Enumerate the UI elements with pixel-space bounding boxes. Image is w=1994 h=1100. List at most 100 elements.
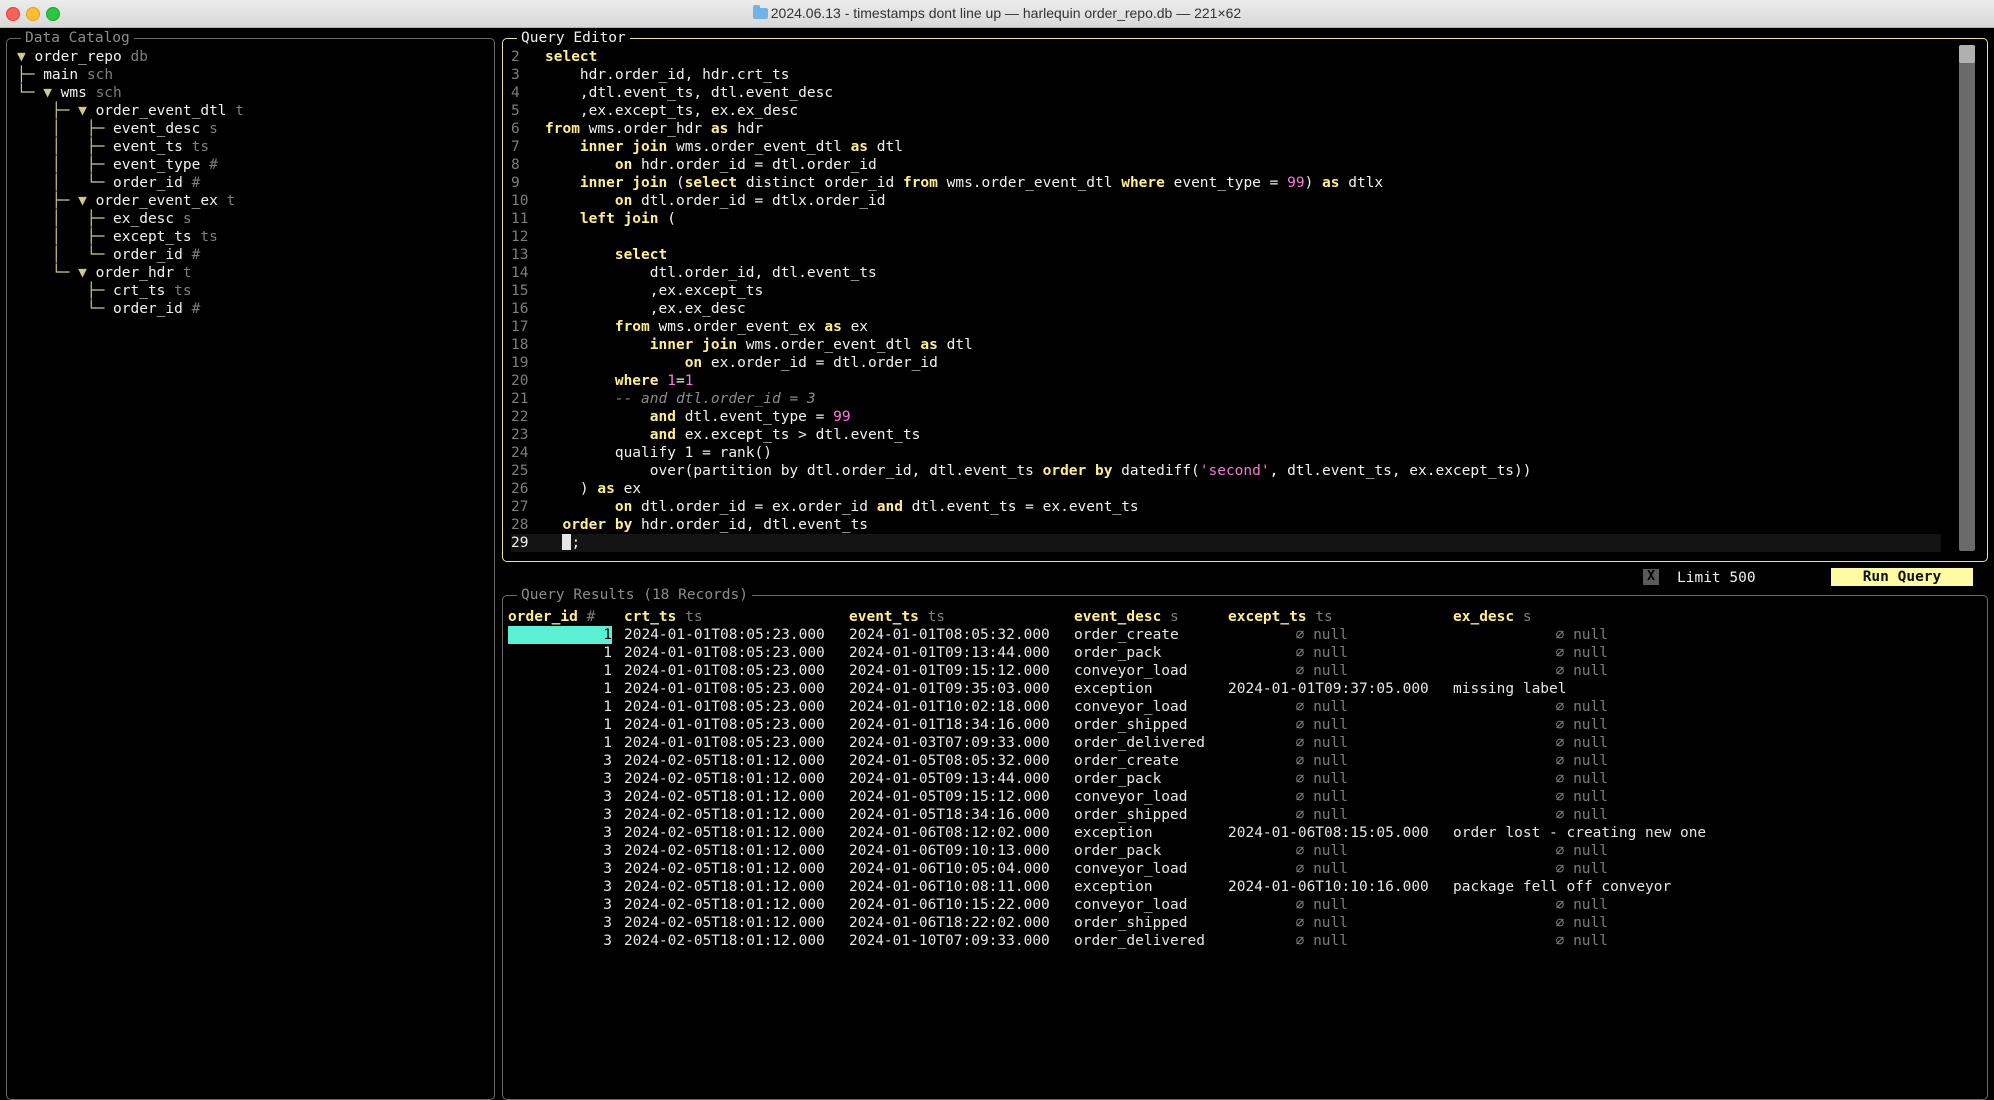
code-line[interactable]: 14 dtl.order_id, dtl.event_ts	[511, 264, 1941, 282]
table-cell[interactable]: 2024-01-01T09:15:12.000	[849, 662, 1050, 680]
table-cell[interactable]: 2024-01-05T09:15:12.000	[849, 788, 1050, 806]
table-cell[interactable]: 2024-02-05T18:01:12.000	[624, 878, 825, 896]
code-line[interactable]: 29 ;	[511, 534, 1941, 552]
code-text[interactable]: and ex.except_ts > dtl.event_ts	[545, 426, 921, 444]
table-cell[interactable]: 2024-01-06T10:10:16.000	[1228, 878, 1450, 896]
table-cell[interactable]: 2024-02-05T18:01:12.000	[624, 806, 825, 824]
table-cell[interactable]: 2024-01-01T09:35:03.000	[849, 680, 1050, 698]
null-cell[interactable]: ∅ null	[1228, 644, 1450, 662]
catalog-tree-item[interactable]: └─ order_id #	[17, 300, 244, 318]
table-cell[interactable]: 2024-01-01T08:05:23.000	[624, 716, 825, 734]
table-cell[interactable]: 2024-01-01T08:05:23.000	[624, 734, 825, 752]
code-text[interactable]: ,dtl.event_ts, dtl.event_desc	[545, 84, 833, 102]
code-line[interactable]: 15 ,ex.except_ts	[511, 282, 1941, 300]
null-cell[interactable]: ∅ null	[1453, 842, 1675, 860]
code-line[interactable]: 3 hdr.order_id, hdr.crt_ts	[511, 66, 1941, 84]
table-cell[interactable]: 2024-01-05T08:05:32.000	[849, 752, 1050, 770]
code-line[interactable]: 24 qualify 1 = rank()	[511, 444, 1941, 462]
code-text[interactable]: on dtl.order_id = ex.order_id and dtl.ev…	[545, 498, 1139, 516]
null-cell[interactable]: ∅ null	[1228, 698, 1450, 716]
code-text[interactable]: ;	[545, 534, 580, 552]
column-header-except-ts[interactable]: except_ts ts	[1228, 608, 1450, 626]
null-cell[interactable]: ∅ null	[1453, 806, 1675, 824]
null-cell[interactable]: ∅ null	[1228, 788, 1450, 806]
query-editor-panel[interactable]: Query Editor 2 select 3 hdr.order_id, hdr.…	[502, 29, 1988, 562]
table-cell[interactable]: 3	[508, 878, 612, 896]
table-cell[interactable]: 2024-01-06T08:12:02.000	[849, 824, 1050, 842]
table-cell[interactable]: 2024-02-05T18:01:12.000	[624, 752, 825, 770]
table-cell[interactable]: 3	[508, 860, 612, 878]
code-text[interactable]: -- and dtl.order_id = 3	[545, 390, 816, 408]
catalog-tree-item[interactable]: ▼ order_repo db	[17, 48, 244, 66]
table-cell[interactable]: 3	[508, 824, 612, 842]
table-cell[interactable]: 1	[508, 680, 612, 698]
table-cell[interactable]: order_pack	[1074, 644, 1161, 662]
table-cell[interactable]: 2024-01-01T18:34:16.000	[849, 716, 1050, 734]
code-line[interactable]: 18 inner join wms.order_event_dtl as dtl	[511, 336, 1941, 354]
table-cell[interactable]: order_delivered	[1074, 932, 1205, 950]
table-cell[interactable]: 2024-02-05T18:01:12.000	[624, 914, 825, 932]
table-cell[interactable]: 2024-01-01T08:05:32.000	[849, 626, 1050, 644]
table-cell[interactable]: 2024-01-01T08:05:23.000	[624, 644, 825, 662]
table-cell[interactable]: 2024-01-10T07:09:33.000	[849, 932, 1050, 950]
table-cell[interactable]: conveyor_load	[1074, 860, 1188, 878]
code-line[interactable]: 16 ,ex.ex_desc	[511, 300, 1941, 318]
catalog-tree-item[interactable]: │ ├─ event_ts ts	[17, 138, 244, 156]
null-cell[interactable]: ∅ null	[1228, 770, 1450, 788]
table-cell[interactable]: conveyor_load	[1074, 662, 1188, 680]
table-cell[interactable]: exception	[1074, 824, 1153, 842]
null-cell[interactable]: ∅ null	[1228, 806, 1450, 824]
code-text[interactable]: from wms.order_event_ex as ex	[545, 318, 868, 336]
null-cell[interactable]: ∅ null	[1228, 860, 1450, 878]
code-text[interactable]: inner join (select distinct order_id fro…	[545, 174, 1383, 192]
catalog-tree-item[interactable]: └─ ▼ order_hdr t	[17, 264, 244, 282]
code-line[interactable]: 9 inner join (select distinct order_id f…	[511, 174, 1941, 192]
table-cell[interactable]: 2024-02-05T18:01:12.000	[624, 824, 825, 842]
table-cell[interactable]: 3	[508, 842, 612, 860]
catalog-tree-item[interactable]: │ ├─ except_ts ts	[17, 228, 244, 246]
null-cell[interactable]: ∅ null	[1453, 788, 1675, 806]
table-cell[interactable]: 2024-02-05T18:01:12.000	[624, 842, 825, 860]
table-cell[interactable]: 2024-01-06T18:22:02.000	[849, 914, 1050, 932]
code-line[interactable]: 27 on dtl.order_id = ex.order_id and dtl…	[511, 498, 1941, 516]
column-header-ex-desc[interactable]: ex_desc s	[1453, 608, 1675, 626]
table-cell[interactable]: 3	[508, 770, 612, 788]
null-cell[interactable]: ∅ null	[1228, 716, 1450, 734]
code-text[interactable]: over(partition by dtl.order_id, dtl.even…	[545, 462, 1532, 480]
code-text[interactable]: on ex.order_id = dtl.order_id	[545, 354, 938, 372]
table-cell[interactable]: order_shipped	[1074, 716, 1188, 734]
null-cell[interactable]: ∅ null	[1228, 734, 1450, 752]
code-text[interactable]: ,ex.except_ts	[545, 282, 764, 300]
code-text[interactable]: ) as ex	[545, 480, 641, 498]
table-cell[interactable]: 2024-01-05T18:34:16.000	[849, 806, 1050, 824]
code-text[interactable]: select	[545, 246, 667, 264]
table-cell[interactable]: conveyor_load	[1074, 698, 1188, 716]
code-line[interactable]: 7 inner join wms.order_event_dtl as dtl	[511, 138, 1941, 156]
code-text[interactable]: on dtl.order_id = dtlx.order_id	[545, 192, 886, 210]
code-text[interactable]: left join (	[545, 210, 676, 228]
table-cell[interactable]: 3	[508, 788, 612, 806]
code-line[interactable]: 12	[511, 228, 1941, 246]
catalog-tree-item[interactable]: │ ├─ event_type #	[17, 156, 244, 174]
code-line[interactable]: 25 over(partition by dtl.order_id, dtl.e…	[511, 462, 1941, 480]
null-cell[interactable]: ∅ null	[1453, 734, 1675, 752]
table-cell[interactable]: 1	[508, 716, 612, 734]
table-cell[interactable]: 3	[508, 932, 612, 950]
table-cell[interactable]: 2024-01-06T08:15:05.000	[1228, 824, 1450, 842]
table-cell[interactable]: 3	[508, 752, 612, 770]
editor-scrollbar-thumb[interactable]	[1959, 45, 1975, 63]
catalog-tree-item[interactable]: │ ├─ ex_desc s	[17, 210, 244, 228]
code-text[interactable]: dtl.order_id, dtl.event_ts	[545, 264, 877, 282]
null-cell[interactable]: ∅ null	[1228, 626, 1450, 644]
catalog-tree-item[interactable]: └─ ▼ wms sch	[17, 84, 244, 102]
code-line[interactable]: 10 on dtl.order_id = dtlx.order_id	[511, 192, 1941, 210]
null-cell[interactable]: ∅ null	[1453, 626, 1675, 644]
table-cell[interactable]: 3	[508, 806, 612, 824]
code-line[interactable]: 11 left join (	[511, 210, 1941, 228]
table-cell[interactable]: 2024-02-05T18:01:12.000	[624, 932, 825, 950]
catalog-tree-item[interactable]: ├─ ▼ order_event_ex t	[17, 192, 244, 210]
table-cell[interactable]: order_create	[1074, 752, 1179, 770]
null-cell[interactable]: ∅ null	[1453, 752, 1675, 770]
null-cell[interactable]: ∅ null	[1453, 662, 1675, 680]
table-cell[interactable]: 2024-01-06T10:15:22.000	[849, 896, 1050, 914]
